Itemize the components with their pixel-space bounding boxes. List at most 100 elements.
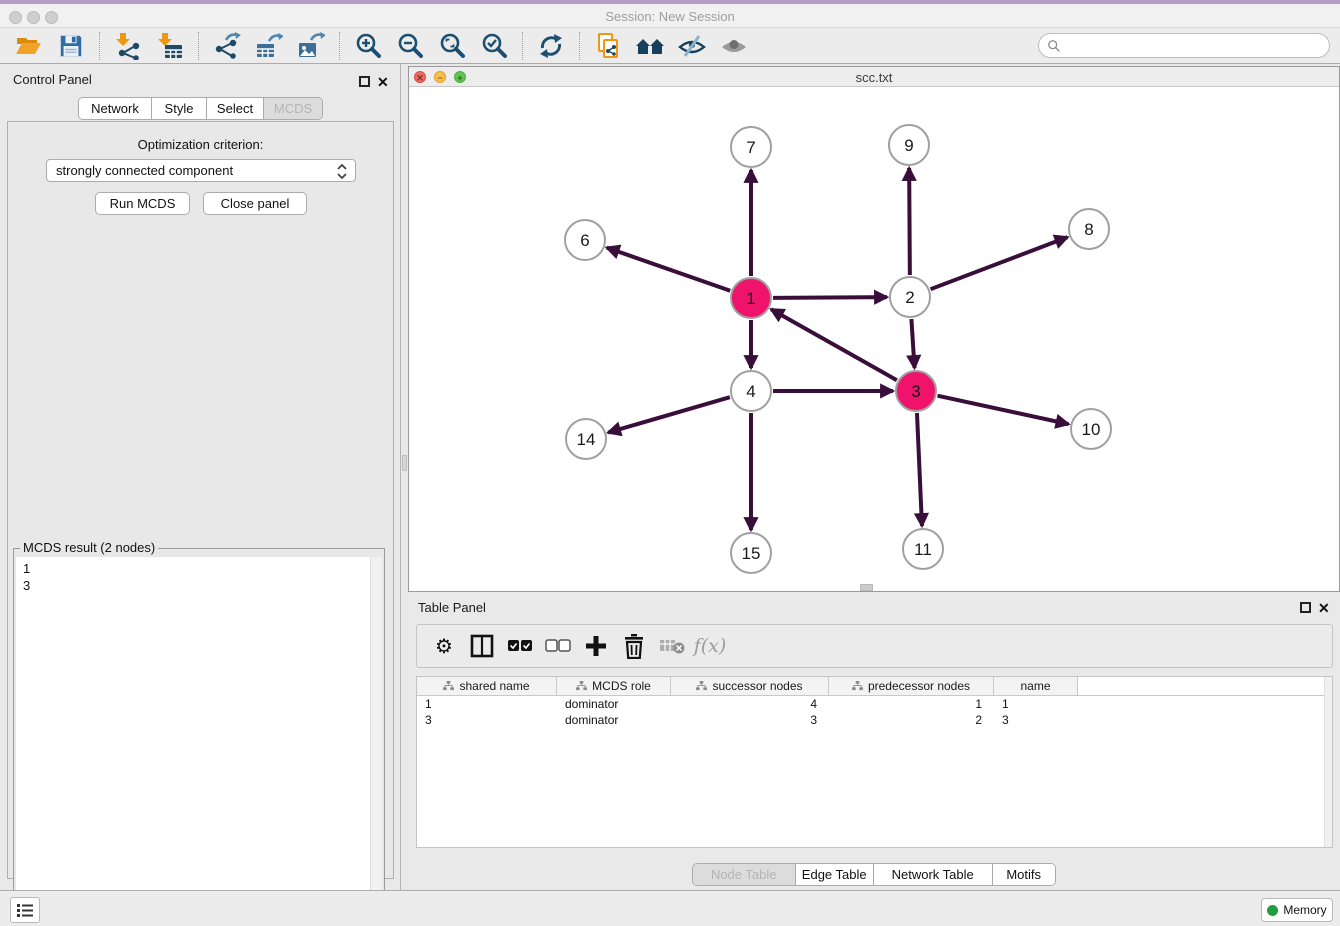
network-titlebar[interactable]: ✕ − + scc.txt — [409, 67, 1339, 87]
graph-edge-2-3[interactable] — [911, 319, 914, 368]
table-row[interactable]: 1 dominator 4 1 1 — [417, 696, 1332, 712]
search-box[interactable] — [1038, 33, 1330, 58]
toolbar-separator — [522, 32, 523, 60]
graph-edge-4-14[interactable] — [608, 397, 730, 432]
search-icon — [1047, 39, 1061, 53]
window-title: Session: New Session — [0, 9, 1340, 24]
mcds-result-title: MCDS result (2 nodes) — [20, 540, 158, 555]
tab-network-table[interactable]: Network Table — [874, 864, 993, 885]
column-header-predecessor-nodes[interactable]: predecessor nodes — [829, 677, 994, 695]
application-window: Session: New Session — [0, 0, 1340, 926]
split-columns-icon[interactable] — [467, 631, 497, 661]
show-all-eye-icon[interactable] — [719, 31, 749, 61]
open-session-icon[interactable] — [14, 31, 44, 61]
graph-edge-3-1[interactable] — [771, 309, 897, 380]
graph-edge-1-6[interactable] — [607, 248, 731, 291]
control-panel-tabs: Network Style Select MCDS — [78, 97, 323, 120]
cell-predecessor-nodes[interactable]: 1 — [829, 696, 994, 712]
memory-button[interactable]: Memory — [1261, 898, 1333, 922]
column-header-name[interactable]: name — [994, 677, 1078, 695]
tab-mcds[interactable]: MCDS — [264, 98, 322, 119]
cell-successor-nodes[interactable]: 3 — [671, 712, 829, 728]
run-mcds-button[interactable]: Run MCDS — [95, 192, 190, 215]
table-toolbar: ⚙ f(x) — [416, 624, 1333, 668]
tab-style[interactable]: Style — [152, 98, 207, 119]
export-network-icon[interactable] — [212, 31, 242, 61]
network-canvas[interactable]: 1234678910111415 — [409, 87, 1339, 591]
graph-edge-3-10[interactable] — [937, 396, 1068, 424]
mcds-result-group: MCDS result (2 nodes) 13 — [13, 548, 385, 926]
panel-splitter[interactable] — [400, 64, 407, 890]
result-scrollbar[interactable] — [370, 557, 382, 923]
import-network-icon[interactable] — [113, 31, 143, 61]
table-row[interactable]: 3 dominator 3 2 3 — [417, 712, 1332, 728]
cell-shared-name[interactable]: 1 — [417, 696, 557, 712]
cell-shared-name[interactable]: 3 — [417, 712, 557, 728]
toolbar-separator — [339, 32, 340, 60]
graph-edge-2-8[interactable] — [931, 237, 1068, 289]
control-panel-title: Control Panel — [13, 72, 92, 87]
column-header-shared-name[interactable]: shared name — [417, 677, 557, 695]
graph-node-label-14: 14 — [577, 430, 596, 449]
main-toolbar — [0, 28, 1340, 64]
zoom-out-icon[interactable] — [395, 31, 425, 61]
graph-edge-3-11[interactable] — [917, 413, 922, 526]
graph-node-label-15: 15 — [742, 544, 761, 563]
cell-name[interactable]: 3 — [994, 712, 1078, 728]
graph-node-label-9: 9 — [904, 136, 913, 155]
table-settings-icon[interactable]: ⚙ — [429, 631, 459, 661]
table-tabs: Node Table Edge Table Network Table Moti… — [692, 863, 1056, 886]
criterion-dropdown[interactable]: strongly connected component — [46, 159, 356, 182]
deselect-all-columns-icon[interactable] — [543, 631, 573, 661]
save-session-icon[interactable] — [56, 31, 86, 61]
cell-name[interactable]: 1 — [994, 696, 1078, 712]
function-builder-icon[interactable]: f(x) — [695, 631, 725, 661]
optimization-criterion-label: Optimization criterion: — [8, 137, 393, 152]
cell-predecessor-nodes[interactable]: 2 — [829, 712, 994, 728]
toolbar-separator — [198, 32, 199, 60]
cell-mcds-role[interactable]: dominator — [557, 696, 671, 712]
table-panel-close-icon[interactable]: ✕ — [1318, 602, 1330, 614]
graph-edge-1-2[interactable] — [773, 297, 887, 298]
main-titlebar[interactable]: Session: New Session — [0, 4, 1340, 28]
graph-edge-2-9[interactable] — [909, 168, 910, 275]
zoom-in-icon[interactable] — [353, 31, 383, 61]
hide-selected-eye-slash-icon[interactable] — [677, 31, 707, 61]
delete-table-icon[interactable] — [657, 631, 687, 661]
tab-node-table[interactable]: Node Table — [693, 864, 796, 885]
export-table-icon[interactable] — [254, 31, 284, 61]
tab-select[interactable]: Select — [207, 98, 264, 119]
control-panel-float-icon[interactable] — [359, 76, 370, 87]
export-image-icon[interactable] — [296, 31, 326, 61]
task-history-button[interactable] — [10, 897, 40, 923]
cell-mcds-role[interactable]: dominator — [557, 712, 671, 728]
criterion-value: strongly connected component — [56, 163, 233, 178]
add-column-icon[interactable] — [581, 631, 611, 661]
node-table[interactable]: shared name MCDS role successor nodes pr… — [416, 676, 1333, 848]
zoom-selected-icon[interactable] — [479, 31, 509, 61]
select-all-columns-icon[interactable] — [505, 631, 535, 661]
import-table-icon[interactable] — [155, 31, 185, 61]
tab-edge-table[interactable]: Edge Table — [796, 864, 874, 885]
refresh-icon[interactable] — [536, 31, 566, 61]
column-header-successor-nodes[interactable]: successor nodes — [671, 677, 829, 695]
zoom-fit-icon[interactable] — [437, 31, 467, 61]
clone-network-icon[interactable] — [593, 31, 623, 61]
control-panel-close-icon[interactable]: ✕ — [377, 76, 389, 88]
tab-motifs[interactable]: Motifs — [993, 864, 1055, 885]
table-panel-float-icon[interactable] — [1300, 602, 1311, 613]
tab-network[interactable]: Network — [79, 98, 152, 119]
graph-node-label-3: 3 — [911, 382, 920, 401]
table-scrollbar[interactable] — [1324, 677, 1332, 847]
network-window: ✕ − + scc.txt 1234678910111415 — [408, 66, 1340, 592]
splitter-handle[interactable] — [402, 455, 407, 471]
column-header-mcds-role[interactable]: MCDS role — [557, 677, 671, 695]
delete-columns-icon[interactable] — [619, 631, 649, 661]
cell-successor-nodes[interactable]: 4 — [671, 696, 829, 712]
search-input[interactable] — [1065, 38, 1329, 53]
houses-icon[interactable] — [635, 31, 665, 61]
canvas-resize-handle[interactable] — [860, 584, 873, 591]
close-panel-button[interactable]: Close panel — [203, 192, 307, 215]
network-graph[interactable]: 1234678910111415 — [409, 87, 1339, 591]
mcds-result-area[interactable]: 13 — [16, 557, 382, 923]
